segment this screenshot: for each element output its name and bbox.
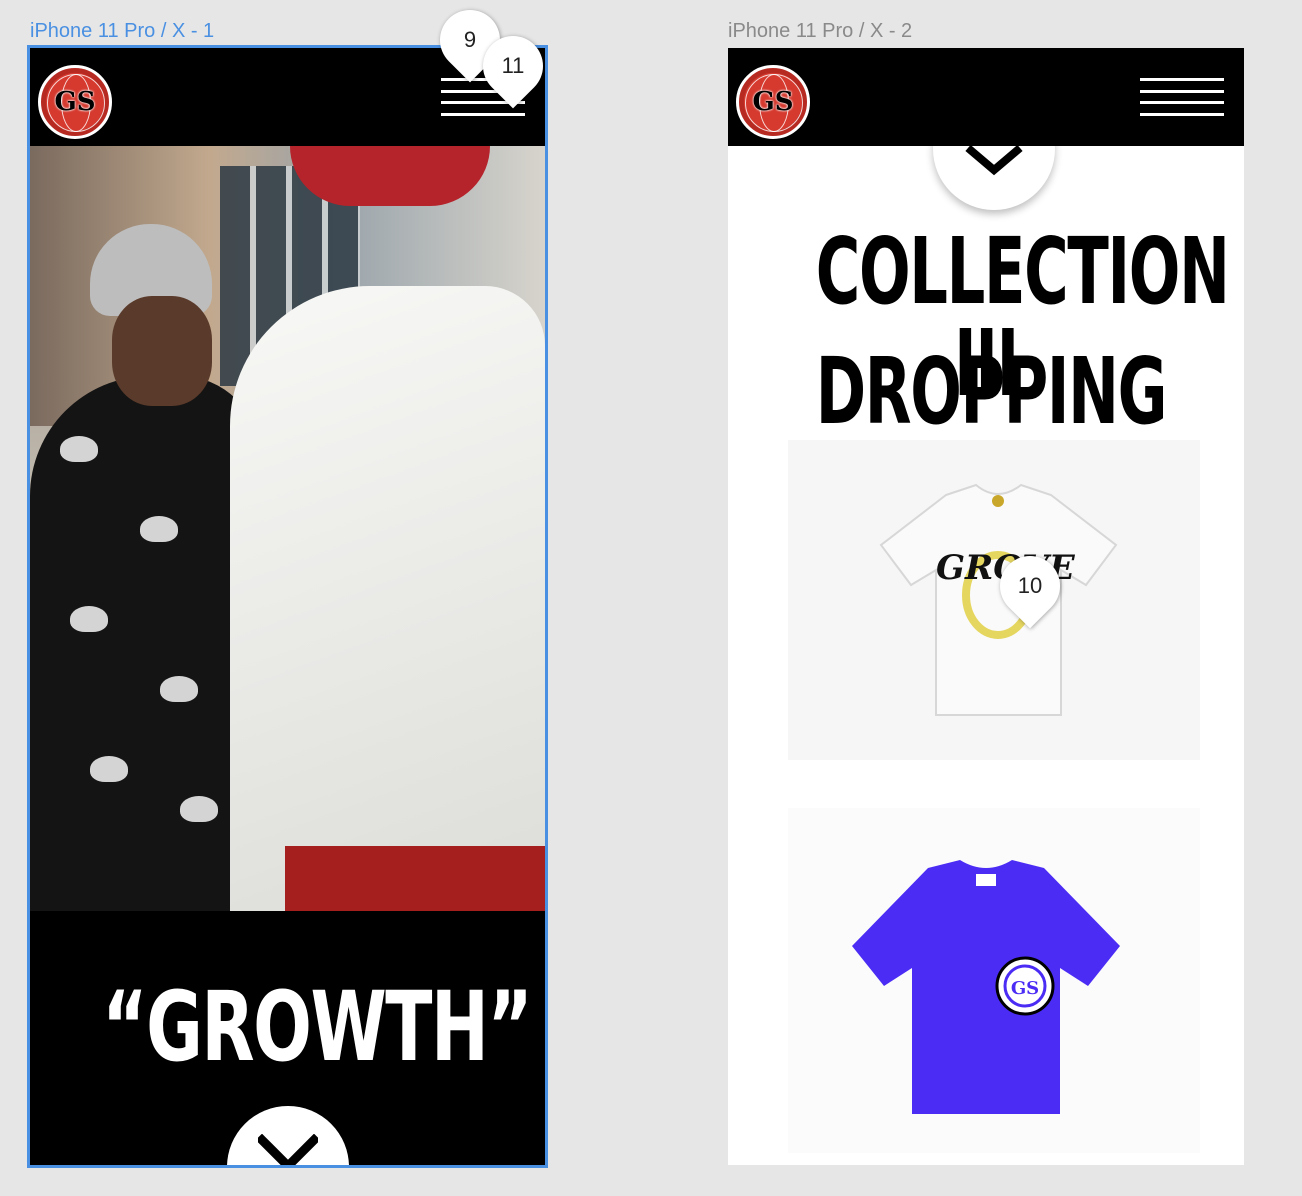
logo-monogram: GS xyxy=(752,87,794,117)
logo-monogram: GS xyxy=(54,87,96,117)
hero-photo xyxy=(30,146,545,911)
comment-pin[interactable]: 10 xyxy=(987,543,1073,629)
white-tshirt-image xyxy=(879,483,1118,716)
artboard-2[interactable]: GS COLLECTION III DROPPING SOON GROVE GS xyxy=(728,48,1244,1165)
chevron-down-icon xyxy=(965,146,1023,176)
product-card-white-tee[interactable]: GROVE xyxy=(788,440,1200,760)
growth-headline: “GROWTH” xyxy=(102,971,533,1083)
hamburger-menu-icon[interactable] xyxy=(1140,78,1224,116)
scroll-down-button[interactable] xyxy=(227,1106,349,1165)
brand-logo[interactable]: GS xyxy=(38,65,112,139)
svg-text:GS: GS xyxy=(1011,978,1039,999)
navbar: GS xyxy=(728,48,1244,146)
artboard-1[interactable]: GS “GROWTH” xyxy=(27,45,548,1168)
brand-logo[interactable]: GS xyxy=(736,65,810,139)
comment-pin[interactable]: 11 xyxy=(470,23,556,109)
comment-pin-number: 10 xyxy=(1017,573,1043,598)
artboard-label-2[interactable]: iPhone 11 Pro / X - 2 xyxy=(728,20,912,43)
chevron-down-icon xyxy=(258,1134,318,1165)
product-card-blue-tee[interactable]: GS xyxy=(788,808,1200,1153)
artboard-label-1[interactable]: iPhone 11 Pro / X - 1 xyxy=(30,20,214,43)
blue-tshirt-image: GS xyxy=(852,860,1120,1114)
comment-pin-number: 11 xyxy=(501,53,525,78)
growth-section: “GROWTH” xyxy=(30,911,545,1165)
